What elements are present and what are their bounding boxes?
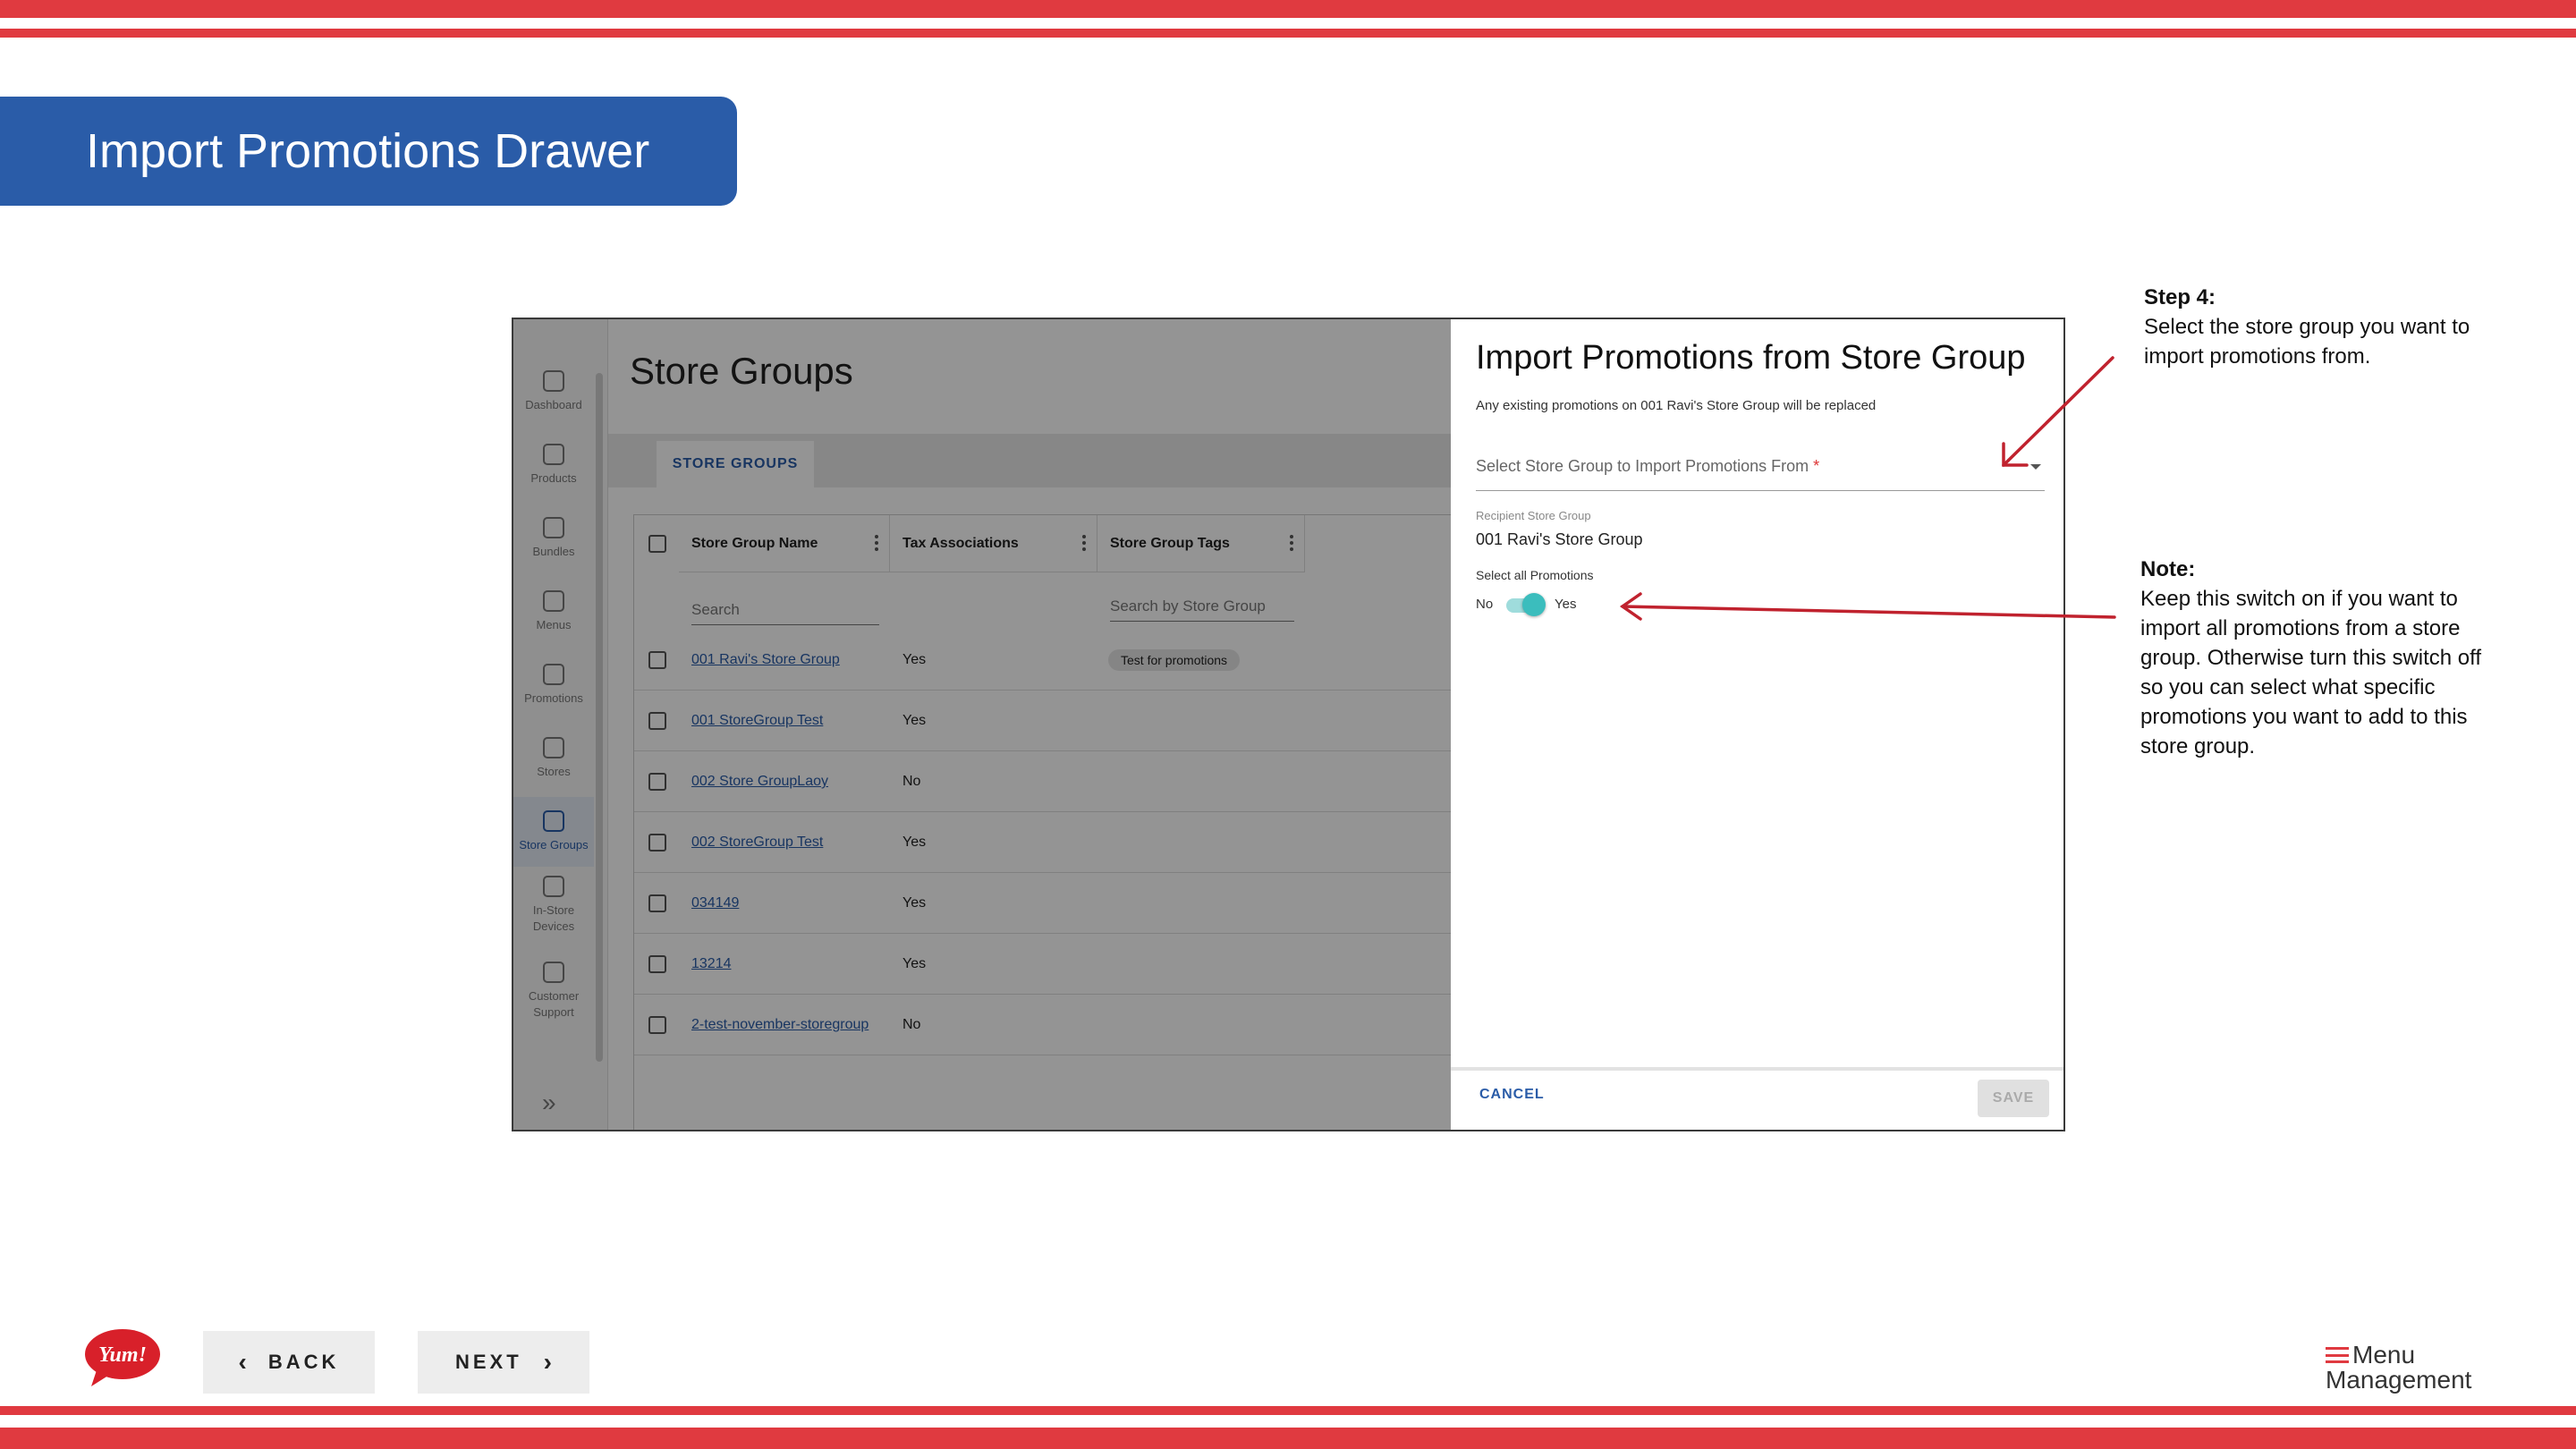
chevron-left-icon: ‹ — [238, 1348, 247, 1376]
cancel-button[interactable]: CANCEL — [1479, 1087, 1545, 1103]
next-label: NEXT — [454, 1351, 522, 1373]
drawer-title: Import Promotions from Store Group — [1476, 339, 2026, 377]
brand-line1: Menu — [2352, 1341, 2416, 1368]
required-mark: * — [1813, 457, 1820, 475]
chevron-down-icon[interactable] — [2030, 464, 2041, 470]
back-button[interactable]: ‹ BACK — [203, 1331, 375, 1394]
menu-management-logo: Menu Management — [2326, 1342, 2487, 1395]
select-all-label: Select all Promotions — [1476, 568, 1594, 582]
step4-title: Step 4: — [2144, 285, 2216, 309]
menu-bars-icon — [2326, 1347, 2349, 1363]
top-stripe-thin — [0, 29, 2576, 38]
store-group-select[interactable]: Select Store Group to Import Promotions … — [1476, 445, 2045, 491]
switch-on-label: Yes — [1555, 597, 1577, 612]
bottom-stripe-thin — [0, 1406, 2576, 1415]
brand-line2: Management — [2326, 1366, 2472, 1394]
bottom-stripe-thick — [0, 1428, 2576, 1449]
top-stripe-thick — [0, 0, 2576, 18]
note-title: Note: — [2140, 557, 2196, 581]
drawer-subtitle: Any existing promotions on 001 Ravi's St… — [1476, 398, 1877, 413]
backdrop-overlay[interactable] — [513, 319, 1524, 1130]
drawer-footer: CANCEL SAVE — [1451, 1067, 2063, 1130]
yum-logo-text: Yum! — [98, 1343, 147, 1367]
slide-title: Import Promotions Drawer — [0, 97, 737, 206]
import-promotions-drawer: Import Promotions from Store Group Any e… — [1451, 319, 2063, 1130]
back-label: BACK — [267, 1351, 340, 1373]
save-button[interactable]: SAVE — [1978, 1080, 2049, 1117]
app-screenshot: Dashboard Products Bundles Menus Promotions S… — [512, 318, 2065, 1131]
next-button[interactable]: NEXT › — [418, 1331, 589, 1394]
chevron-right-icon: › — [543, 1348, 552, 1376]
note-body: Keep this switch on if you want to impor… — [2140, 587, 2482, 758]
recipient-value: 001 Ravi's Store Group — [1476, 530, 1643, 548]
note-annotation: Note: Keep this switch on if you want to… — [2140, 555, 2498, 761]
store-group-select-placeholder: Select Store Group to Import Promotions … — [1476, 457, 1820, 475]
switch-knob[interactable] — [1522, 593, 1546, 616]
step4-body: Select the store group you want to impor… — [2144, 315, 2470, 369]
switch-off-label: No — [1476, 597, 1494, 612]
yum-logo: Yum! — [85, 1329, 160, 1386]
recipient-label: Recipient Store Group — [1476, 509, 1591, 522]
step4-annotation: Step 4: Select the store group you want … — [2144, 283, 2520, 371]
